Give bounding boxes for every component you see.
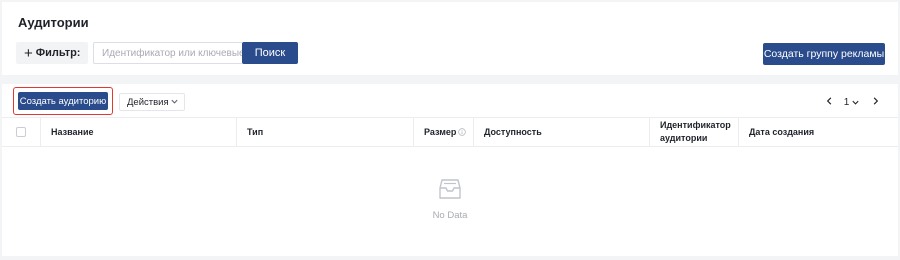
column-label-audience-id-line1: Идентификатор [660, 120, 731, 130]
search-input[interactable] [93, 42, 242, 64]
actions-label: Действия [127, 96, 169, 108]
filter-panel: Аудитории + Фильтр: Поиск Создать группу… [2, 2, 898, 75]
select-all-checkbox[interactable] [16, 127, 26, 137]
page-number: 1 [843, 96, 850, 108]
chevron-down-icon [851, 98, 860, 107]
search-button[interactable]: Поиск [242, 42, 298, 64]
inbox-icon [438, 178, 462, 203]
create-ad-group-button[interactable]: Создать группу рекламы [763, 43, 885, 65]
column-label-name: Название [51, 127, 94, 137]
column-label-availability: Доступность [484, 127, 542, 137]
highlight-box: Создать аудиторию [13, 87, 113, 115]
chevron-left-icon [825, 96, 834, 109]
pager-prev-button[interactable] [822, 93, 836, 111]
column-label-audience-id-line2: аудитории [660, 133, 708, 143]
empty-state-text: No Data [432, 210, 468, 221]
column-label-type: Тип [247, 127, 264, 137]
chevron-down-icon [170, 97, 179, 109]
plus-icon: + [24, 44, 33, 62]
filter-label: Фильтр: [35, 47, 81, 59]
pager-next-button[interactable] [868, 93, 882, 111]
chevron-right-icon [871, 96, 880, 109]
column-header-created[interactable]: Дата создания [738, 118, 898, 146]
column-header-audience-id[interactable]: Идентификатор аудитории [649, 118, 738, 146]
audience-table-panel: Создать аудиторию Действия 1 Название Ти… [2, 84, 898, 256]
column-header-availability[interactable]: Доступность [473, 118, 649, 146]
column-header-type[interactable]: Тип [236, 118, 413, 146]
column-header-size[interactable]: Размер [413, 118, 473, 146]
column-label-size: Размер [424, 127, 457, 137]
column-header-name[interactable]: Название [40, 118, 236, 146]
create-audience-button[interactable]: Создать аудиторию [18, 92, 108, 110]
page-select[interactable]: 1 [841, 93, 863, 111]
select-all-cell [2, 118, 40, 146]
actions-dropdown[interactable]: Действия [119, 93, 185, 111]
info-icon[interactable] [458, 128, 467, 136]
table-header: Название Тип Размер Доступность Идентифи… [2, 117, 898, 147]
page-title: Аудитории [18, 15, 89, 30]
column-label-created: Дата создания [749, 127, 815, 137]
filter-button[interactable]: + Фильтр: [16, 42, 88, 64]
